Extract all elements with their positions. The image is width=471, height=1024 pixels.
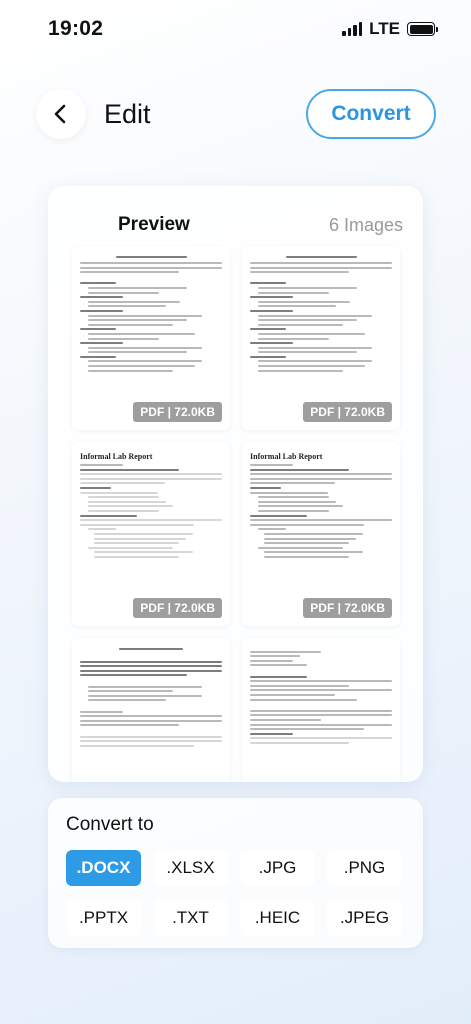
format-option-jpg[interactable]: .JPG — [240, 850, 315, 886]
file-info-badge: PDF | 72.0KB — [303, 402, 392, 422]
convert-button[interactable]: Convert — [306, 89, 436, 139]
document-title: Informal Lab Report — [250, 452, 323, 461]
image-thumbnail[interactable]: PDF | 72.0KB — [242, 246, 400, 430]
format-option-xlsx[interactable]: .XLSX — [153, 850, 228, 886]
format-option-heic[interactable]: .HEIC — [240, 900, 315, 936]
battery-icon — [407, 22, 438, 36]
format-option-jpeg[interactable]: .JPEG — [327, 900, 402, 936]
file-info-badge: PDF | 72.0KB — [133, 598, 222, 618]
format-options: .DOCX .XLSX .JPG .PNG .PPTX .TXT .HEIC .… — [66, 850, 402, 936]
convert-to-title: Convert to — [66, 814, 154, 835]
network-type: LTE — [369, 19, 400, 38]
document-title: Informal Lab Report — [80, 452, 153, 461]
preview-panel: Preview 6 Images PDF | 72.0KB PDF | 72.0… — [48, 186, 423, 782]
file-info-badge: PDF | 72.0KB — [133, 402, 222, 422]
format-option-txt[interactable]: .TXT — [153, 900, 228, 936]
format-option-pptx[interactable]: .PPTX — [66, 900, 141, 936]
chevron-left-icon — [54, 104, 66, 124]
status-indicators: LTE — [342, 19, 438, 39]
image-thumbnail[interactable] — [72, 638, 230, 782]
convert-to-panel: Convert to .DOCX .XLSX .JPG .PNG .PPTX .… — [48, 798, 423, 948]
image-thumbnail[interactable]: Informal Lab Report PDF | 72.0KB — [72, 442, 230, 626]
preview-header: Preview 6 Images — [48, 186, 423, 244]
page-title: Edit — [104, 98, 151, 129]
image-thumbnail[interactable]: Informal Lab Report PDF | 72.0KB — [242, 442, 400, 626]
header: Edit Convert — [36, 86, 436, 142]
thumbnail-grid: PDF | 72.0KB PDF | 72.0KB Informal Lab R… — [72, 246, 402, 782]
image-thumbnail[interactable]: PDF | 72.0KB — [72, 246, 230, 430]
file-info-badge: PDF | 72.0KB — [303, 598, 392, 618]
cellular-signal-icon — [342, 22, 363, 36]
format-option-png[interactable]: .PNG — [327, 850, 402, 886]
image-count: 6 Images — [328, 214, 403, 235]
back-button[interactable] — [36, 89, 86, 139]
preview-title: Preview — [118, 214, 190, 235]
image-thumbnail[interactable] — [242, 638, 400, 782]
format-option-docx[interactable]: .DOCX — [66, 850, 141, 886]
status-time: 19:02 — [48, 17, 104, 40]
status-bar: 19:02 LTE — [0, 0, 471, 58]
